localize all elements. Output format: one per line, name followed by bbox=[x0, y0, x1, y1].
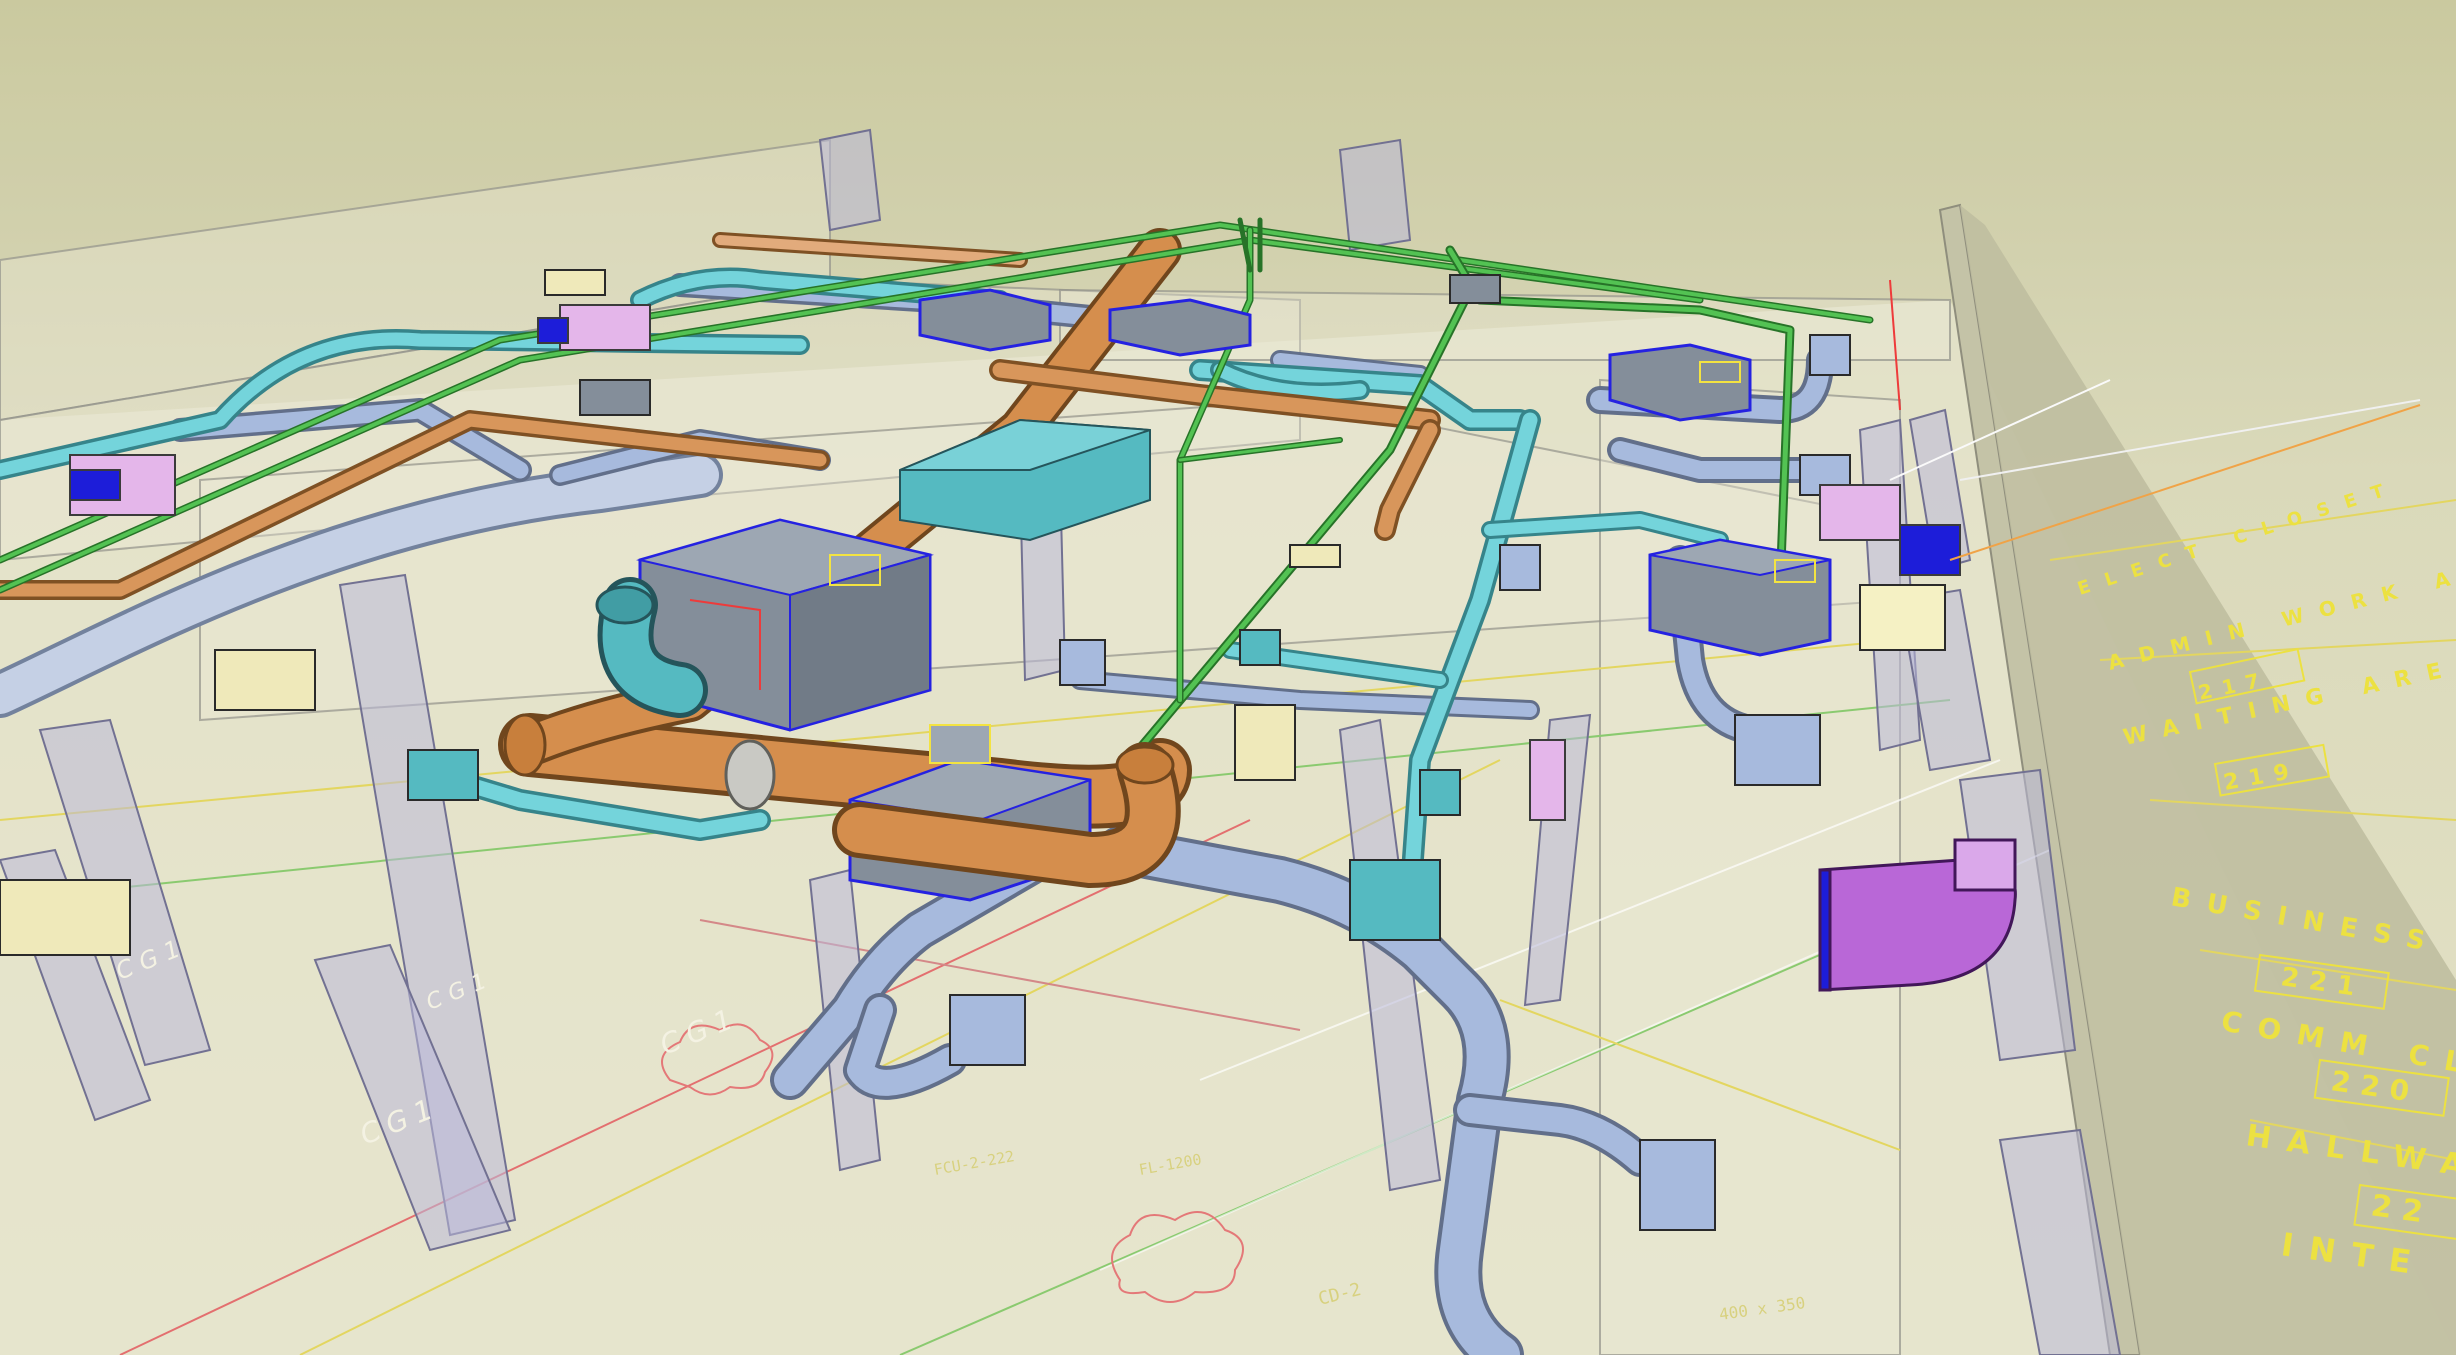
scene-haze bbox=[0, 0, 2456, 1355]
model-scene: ELECT CLOSET ADMIN WORK AREA 217 WAITING… bbox=[0, 0, 2456, 1355]
bim-3d-viewport[interactable]: ELECT CLOSET ADMIN WORK AREA 217 WAITING… bbox=[0, 0, 2456, 1355]
